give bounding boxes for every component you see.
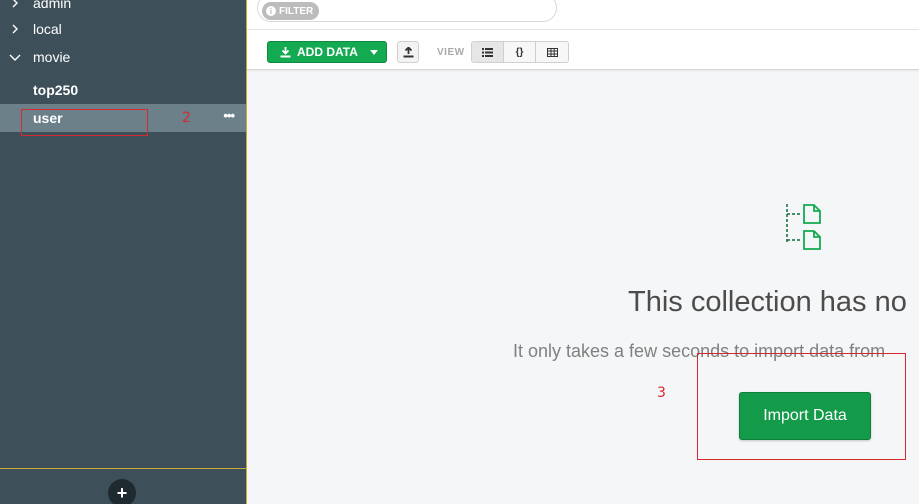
annotation-number-2: 2 [182, 110, 191, 126]
sidebar-divider [0, 468, 246, 469]
documents-toolbar: ADD DATA VIEW {} [247, 30, 919, 70]
sidebar-db-label: movie [33, 49, 71, 65]
list-icon [482, 47, 493, 57]
sidebar-collection-label: top250 [33, 82, 79, 98]
sidebar-db-local[interactable]: local [0, 15, 246, 43]
sidebar: admin local movie top250 user ••• + [0, 0, 247, 504]
table-icon [546, 47, 558, 57]
view-table-button[interactable] [536, 42, 568, 62]
add-database-button[interactable]: + [108, 479, 136, 504]
add-data-button[interactable]: ADD DATA [267, 41, 387, 63]
upload-icon [403, 46, 413, 57]
caret-down-icon [369, 49, 378, 55]
braces-icon: {} [515, 46, 524, 58]
sidebar-db-label: admin [33, 0, 72, 11]
chevron-down-icon [8, 50, 22, 64]
chevron-right-icon [8, 0, 22, 10]
view-toggle: {} [471, 41, 569, 63]
sidebar-collection-top250[interactable]: top250 [0, 76, 246, 104]
sidebar-db-label: local [33, 21, 62, 37]
view-json-button[interactable]: {} [504, 42, 536, 62]
annotation-box-2 [21, 109, 148, 136]
annotation-number-3: 3 [657, 385, 666, 401]
add-data-label: ADD DATA [297, 45, 358, 59]
annotation-box-3 [697, 353, 906, 460]
filter-tag-label: FILTER [279, 5, 314, 17]
download-icon [280, 46, 291, 57]
chevron-right-icon [8, 22, 22, 36]
filter-bar: i FILTER [247, 0, 919, 30]
info-icon: i [266, 6, 276, 16]
filter-input[interactable]: i FILTER [257, 0, 557, 22]
view-list-button[interactable] [472, 42, 504, 62]
view-label: VIEW [437, 47, 465, 58]
empty-state-title: This collection has no [628, 286, 907, 318]
export-button[interactable] [397, 41, 419, 63]
more-options-icon[interactable]: ••• [223, 108, 235, 123]
filter-tag[interactable]: i FILTER [262, 2, 320, 20]
sidebar-db-movie[interactable]: movie [0, 43, 246, 71]
documents-empty-icon [786, 204, 821, 250]
